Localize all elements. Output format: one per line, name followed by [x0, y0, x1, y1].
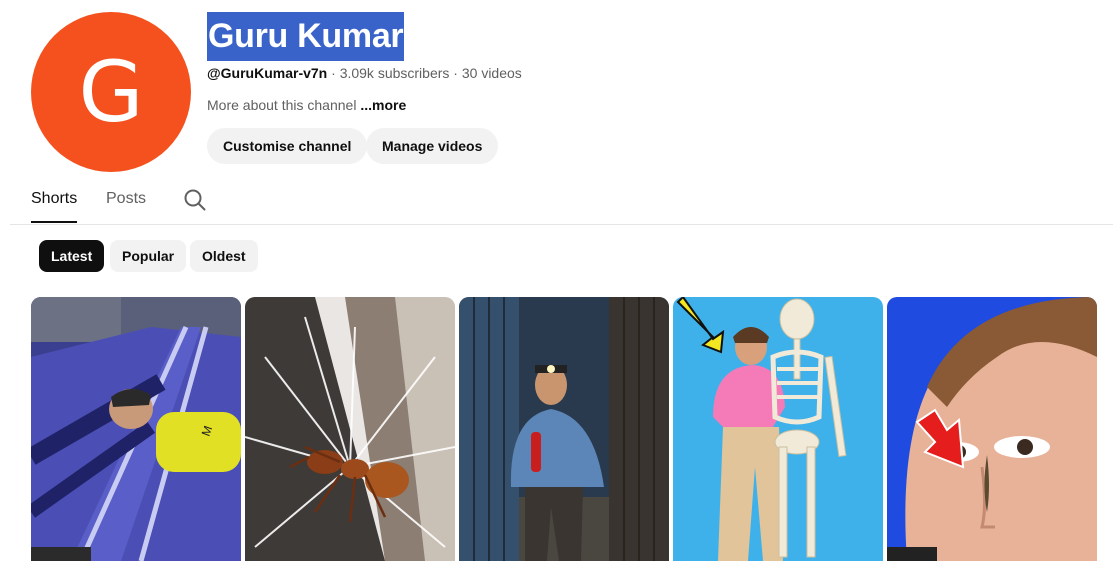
channel-handle: @GuruKumar-v7n: [207, 65, 328, 81]
about-text: More about this channel: [207, 97, 357, 113]
channel-tabs: Shorts Posts: [10, 180, 1113, 225]
filter-oldest[interactable]: Oldest: [190, 240, 258, 272]
skeleton-thumbnail-image: [673, 297, 883, 561]
face-arrow-thumbnail-image: [887, 297, 1097, 561]
manage-videos-button[interactable]: Manage videos: [366, 128, 499, 164]
meta-separator: ·: [331, 65, 336, 81]
channel-meta: @GuruKumar-v7n · 3.09k subscribers · 30 …: [207, 64, 522, 82]
short-thumbnail[interactable]: [245, 297, 455, 561]
railway-thumbnail-image: M: [31, 297, 241, 561]
filter-popular[interactable]: Popular: [110, 240, 187, 272]
video-count: 30 videos: [461, 65, 522, 81]
short-thumbnail[interactable]: [673, 297, 883, 561]
short-thumbnail[interactable]: [459, 297, 669, 561]
search-icon[interactable]: [183, 188, 207, 212]
tab-shorts[interactable]: Shorts: [31, 180, 78, 223]
customise-channel-button[interactable]: Customise channel: [207, 128, 368, 164]
channel-avatar[interactable]: G: [31, 12, 191, 172]
about-channel-link[interactable]: More about this channel ...more: [207, 96, 406, 114]
tab-posts[interactable]: Posts: [106, 180, 146, 223]
fire-extinguisher-thumbnail-image: [459, 297, 669, 561]
filter-latest[interactable]: Latest: [39, 240, 105, 272]
short-thumbnail[interactable]: M: [31, 297, 241, 561]
meta-separator: ·: [453, 65, 458, 81]
more-link[interactable]: ...more: [360, 97, 406, 113]
subscriber-count: 3.09k subscribers: [339, 65, 450, 81]
ant-thumbnail-image: [245, 297, 455, 561]
short-thumbnail[interactable]: [887, 297, 1097, 561]
channel-name: Guru Kumar: [207, 12, 405, 61]
